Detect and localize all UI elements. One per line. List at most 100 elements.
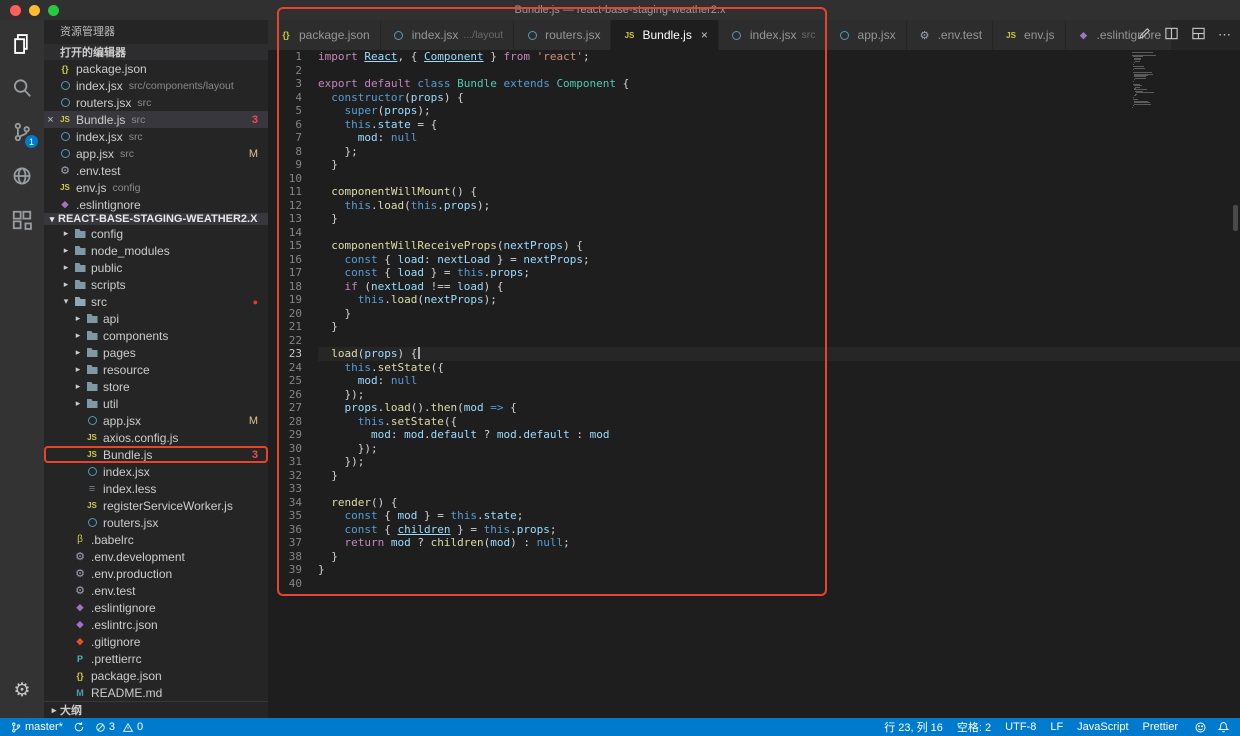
explorer-icon[interactable] [6,30,38,58]
tree-item-index.less[interactable]: ≡index.less [44,480,268,497]
code-line-18: if (nextLoad !== load) { [318,280,1240,294]
tree-item-pages[interactable]: ▸pages [44,344,268,361]
tree-item-package.json[interactable]: {}package.json [44,667,268,684]
tree-item-scripts[interactable]: ▸scripts [44,276,268,293]
code-line-13: } [318,212,1240,226]
js-file-icon: JS [84,498,100,514]
status-item-5[interactable]: Prettier [1143,721,1178,733]
tree-item-src[interactable]: ▾src● [44,293,268,310]
search-icon[interactable] [6,74,38,102]
tree-item-.eslintrc.json[interactable]: ◆.eslintrc.json [44,616,268,633]
split-editor-icon[interactable] [1164,26,1179,44]
json-file-icon: {} [57,61,73,77]
settings-gear-icon[interactable]: ⚙ [6,676,38,704]
tree-item-.eslintignore[interactable]: ◆.eslintignore [44,599,268,616]
problems-item[interactable]: 3 0 [95,721,143,733]
maximize-window-button[interactable] [48,5,59,16]
gear-file-icon: ⚙ [72,583,88,599]
open-editor-.eslintignore[interactable]: ◆.eslintignore [44,196,268,213]
folder-file-icon [72,260,88,276]
open-editor-env.js[interactable]: JSenv.jsconfig [44,179,268,196]
status-item-4[interactable]: JavaScript [1077,721,1128,733]
extensions-icon[interactable] [6,206,38,234]
more-actions-icon[interactable]: ⋯ [1218,27,1232,43]
file-name: axios.config.js [103,431,178,445]
feedback-smiley-icon[interactable] [1194,721,1207,734]
tree-item-index.jsx[interactable]: index.jsx [44,463,268,480]
tree-item-store[interactable]: ▸store [44,378,268,395]
tree-item-routers.jsx[interactable]: routers.jsx [44,514,268,531]
editor-group: {}package.jsonindex.jsx.../layoutrouters… [268,20,1240,718]
code-content[interactable]: import React, { Component } from 'react'… [314,50,1240,718]
tree-item-app.jsx[interactable]: app.jsxM [44,412,268,429]
tree-item-.env.test[interactable]: ⚙.env.test [44,582,268,599]
open-editor-routers.jsx[interactable]: routers.jsxsrc [44,94,268,111]
notifications-bell-icon[interactable] [1217,721,1230,734]
tree-item-.babelrc[interactable]: β.babelrc [44,531,268,548]
pencil-icon[interactable] [1137,26,1152,44]
project-root-row[interactable]: ▾ REACT-BASE-STAGING-WEATHER2.X [44,213,268,225]
sync-icon[interactable] [73,721,85,733]
git-dot-badge: ● [253,297,262,307]
open-editors-header[interactable]: 打开的编辑器 [44,44,268,60]
close-window-button[interactable] [10,5,21,16]
open-editor-index.jsx[interactable]: index.jsxsrc/components/layout [44,77,268,94]
tab-app.jsx[interactable]: app.jsx [827,20,907,50]
close-tab-icon[interactable]: × [701,28,708,42]
tab-.env.test[interactable]: ⚙.env.test [907,20,993,50]
code-line-40 [318,577,1240,591]
js-file-icon: JS [84,447,100,463]
git-status-badge: M [249,415,262,427]
tree-item-.gitignore[interactable]: ◆.gitignore [44,633,268,650]
tab-package.json[interactable]: {}package.json [268,20,381,50]
tree-item-components[interactable]: ▸components [44,327,268,344]
status-item-1[interactable]: 空格: 2 [957,719,991,735]
tree-item-resource[interactable]: ▸resource [44,361,268,378]
open-editor-package.json[interactable]: {}package.json [44,60,268,77]
tab-index.jsx[interactable]: index.jsxsrc [719,20,827,50]
window-scrollbar[interactable] [1233,205,1238,231]
tree-item-public[interactable]: ▸public [44,259,268,276]
open-editor-.env.test[interactable]: ⚙.env.test [44,162,268,179]
open-editor-app.jsx[interactable]: app.jsxsrcM [44,145,268,162]
code-line-31: }); [318,455,1240,469]
status-item-0[interactable]: 行 23, 列 16 [884,719,943,735]
tree-item-Bundle.js[interactable]: JSBundle.js3 [44,446,268,463]
minimap[interactable] [1132,52,1178,110]
tree-item-.env.production[interactable]: ⚙.env.production [44,565,268,582]
minimize-window-button[interactable] [29,5,40,16]
tree-item-util[interactable]: ▸util [44,395,268,412]
tree-item-README.md[interactable]: MREADME.md [44,684,268,701]
outline-section-header[interactable]: ▸ 大纲 [44,701,268,718]
status-item-2[interactable]: UTF-8 [1005,721,1036,733]
code-line-30: }); [318,442,1240,456]
tree-item-node_modules[interactable]: ▸node_modules [44,242,268,259]
code-line-38: } [318,550,1240,564]
tab-routers.jsx[interactable]: routers.jsx [514,20,611,50]
globe-icon[interactable] [6,162,38,190]
code-line-6: this.state = { [318,118,1240,132]
file-path-detail: src [120,148,134,160]
file-name: .env.test [91,584,135,598]
tree-item-axios.config.js[interactable]: JSaxios.config.js [44,429,268,446]
source-control-icon[interactable]: 1 [6,118,38,146]
status-item-3[interactable]: LF [1050,721,1063,733]
tree-item-.env.development[interactable]: ⚙.env.development [44,548,268,565]
code-line-2 [318,64,1240,78]
folder-file-icon [84,362,100,378]
git-branch-item[interactable]: master* [10,721,63,734]
editor-layout-icon[interactable] [1191,26,1206,44]
open-editor-Bundle.js[interactable]: ×JSBundle.jssrc3 [44,111,268,128]
file-name: .gitignore [91,635,140,649]
tree-item-.prettierrc[interactable]: P.prettierrc [44,650,268,667]
tree-item-registerServiceWorker.js[interactable]: JSregisterServiceWorker.js [44,497,268,514]
tab-Bundle.js[interactable]: JSBundle.js× [611,20,718,50]
tree-item-config[interactable]: ▸config [44,225,268,242]
tab-index.jsx[interactable]: index.jsx.../layout [381,20,514,50]
code-editor[interactable]: 1234567891011121314151617181920212223242… [268,50,1240,718]
folder-file-icon [72,277,88,293]
close-editor-icon[interactable]: × [44,114,57,126]
open-editor-index.jsx[interactable]: index.jsxsrc [44,128,268,145]
tree-item-api[interactable]: ▸api [44,310,268,327]
tab-env.js[interactable]: JSenv.js [993,20,1065,50]
